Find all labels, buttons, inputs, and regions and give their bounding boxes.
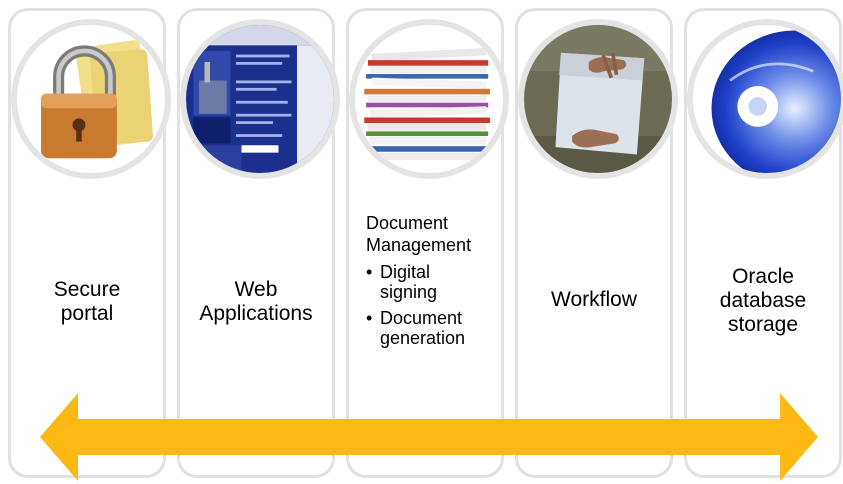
secure-portal-label: Secure portal [53, 278, 121, 325]
workflow-label: Workflow [551, 288, 637, 311]
document-stack-image [349, 19, 509, 179]
list-item: Digital signing [366, 262, 516, 302]
hands-on-paper-image [518, 19, 678, 179]
list-item: Document generation [366, 308, 516, 348]
oil-and-gas-website-image [180, 19, 340, 179]
oracle-storage-label: Oracle database storage [719, 265, 807, 336]
document-management-list: Digital signing Document generation [366, 262, 516, 348]
cd-disc-image [687, 19, 843, 179]
padlock-folder-image [11, 19, 171, 179]
web-applications-label: Web Applications [199, 278, 313, 325]
double-arrow-icon [40, 393, 818, 481]
document-management-block: Document Management Digital signing Docu… [366, 212, 516, 354]
document-management-title: Document Management [366, 213, 472, 255]
